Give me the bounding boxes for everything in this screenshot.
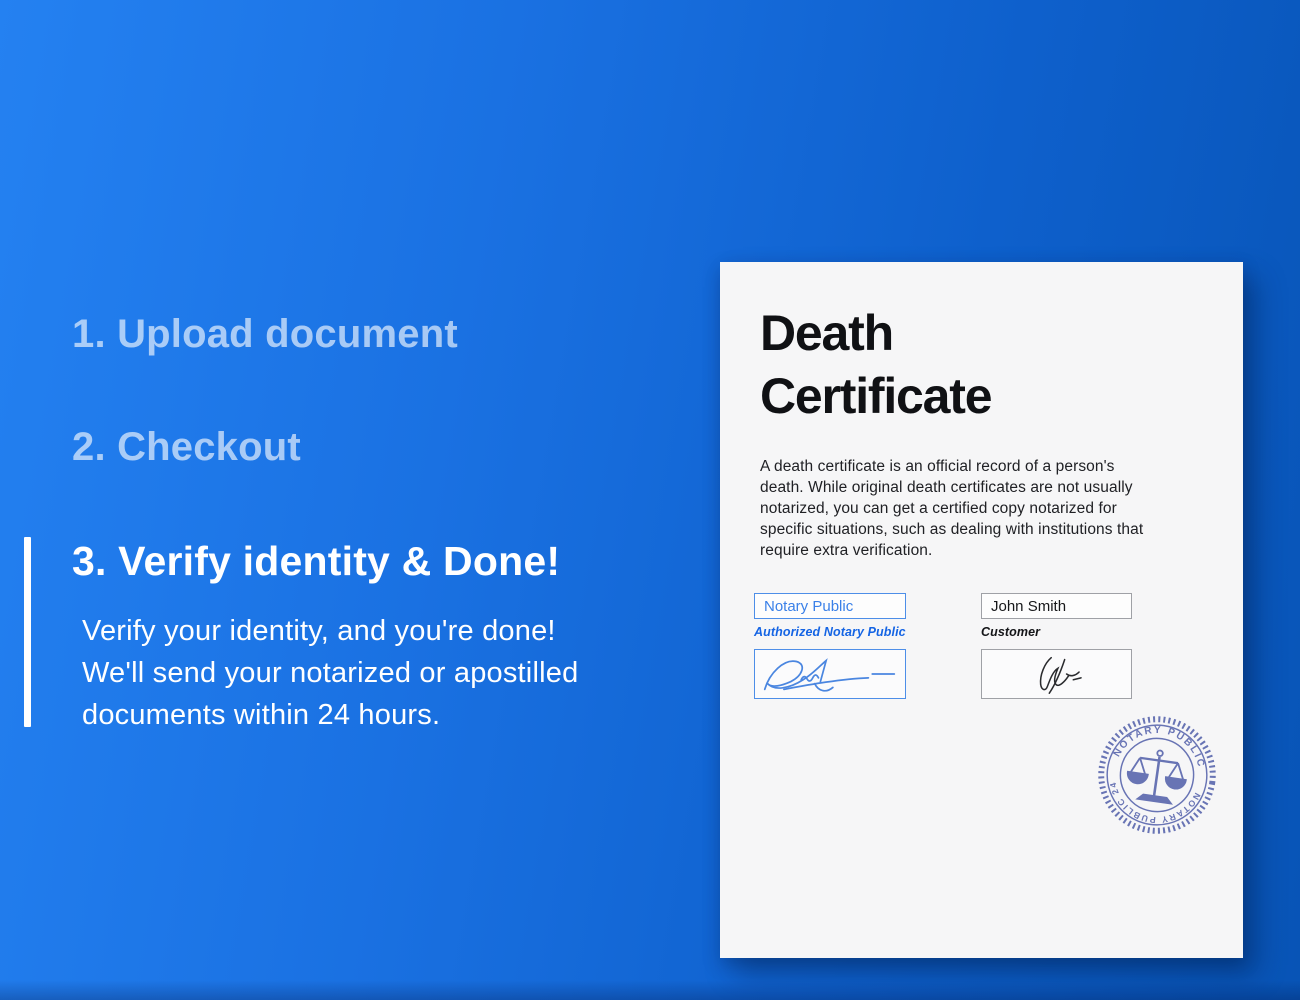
notary-signature-icon <box>763 658 896 692</box>
step-item-verify-identity[interactable]: 3. Verify identity & Done! <box>72 538 560 585</box>
active-step-indicator-bar <box>24 537 31 727</box>
notary-signature-box <box>754 649 906 699</box>
document-description: A death certificate is an official recor… <box>760 458 1144 559</box>
active-step-description: Verify your identity, and you're done! W… <box>82 615 579 731</box>
customer-field-label: Customer <box>981 625 1041 639</box>
scales-of-justice-icon <box>1126 749 1187 805</box>
step-item-upload-document[interactable]: 1. Upload document <box>72 312 458 357</box>
customer-name-field: John Smith <box>981 593 1132 619</box>
notary-field-label: Authorized Notary Public <box>754 625 906 639</box>
notary-column: Notary Public Authorized Notary Public <box>754 593 906 699</box>
stamp-arc-top-text: NOTARY PUBLIC <box>1111 719 1211 771</box>
notary-stamp-seal: NOTARY PUBLIC NOTARY PUBLIC 24 <box>1098 716 1216 834</box>
customer-signature-icon <box>1039 656 1082 694</box>
step-item-checkout[interactable]: 2. Checkout <box>72 425 301 470</box>
customer-column: John Smith Customer <box>981 593 1132 699</box>
onboarding-slide: 1. Upload document 2. Checkout 3. Verify… <box>0 0 1300 1000</box>
death-certificate-preview: Death Certificate A death certificate is… <box>720 262 1243 958</box>
notary-name-field: Notary Public <box>754 593 906 619</box>
document-title: Death Certificate <box>760 305 993 424</box>
svg-text:NOTARY PUBLIC: NOTARY PUBLIC <box>1111 719 1211 771</box>
customer-signature-box <box>981 649 1132 699</box>
